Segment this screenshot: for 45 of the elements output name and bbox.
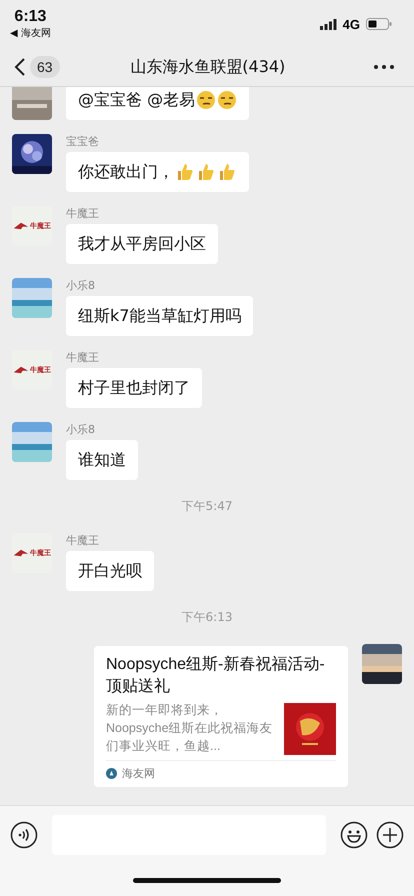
more-icon bbox=[374, 65, 394, 69]
card-source: 海友网 bbox=[122, 766, 155, 781]
message-text: 你还敢出门， bbox=[78, 162, 174, 182]
message-bubble[interactable]: 村子里也封闭了 bbox=[66, 368, 202, 408]
sender-name: 小乐8 bbox=[66, 422, 95, 437]
message-text: 我才从平房回小区 bbox=[78, 234, 206, 254]
chat-title: 山东海水鱼联盟(434) bbox=[129, 56, 286, 78]
sender-name: 牛魔王 bbox=[66, 533, 99, 548]
smirk-emoji-icon bbox=[217, 90, 238, 110]
card-title: Noopsyche纽斯-新春祝福活动-顶贴送礼 bbox=[106, 654, 326, 697]
sender-name: 牛魔王 bbox=[66, 350, 99, 365]
thumbs-up-icon bbox=[196, 162, 216, 182]
message-bubble[interactable]: 你还敢出门， bbox=[66, 152, 249, 192]
signal-icon bbox=[320, 18, 337, 30]
message-bubble[interactable]: 谁知道 bbox=[66, 440, 138, 480]
timestamp: 下午5:47 bbox=[182, 498, 232, 515]
message-bubble[interactable]: 我才从平房回小区 bbox=[66, 224, 218, 264]
thumbs-up-icon bbox=[217, 162, 237, 182]
message-bubble[interactable]: @宝宝爸 @老易 bbox=[66, 87, 250, 120]
thumbs-up-icon bbox=[175, 162, 195, 182]
smirk-emoji-icon bbox=[196, 90, 216, 110]
status-time: 6:13 bbox=[14, 8, 46, 26]
card-description: 新的一年即将到来，Noopsyche纽斯在此祝福海友们事业兴旺，鱼越... bbox=[106, 702, 274, 756]
battery-icon bbox=[366, 18, 392, 30]
message-text: @宝宝爸 @老易 bbox=[78, 90, 196, 110]
sender-name: 宝宝爸 bbox=[66, 134, 99, 149]
plus-icon[interactable] bbox=[376, 821, 404, 849]
message-text: 纽斯k7能当草缸灯用吗 bbox=[78, 306, 242, 326]
message-text: 开白光呗 bbox=[78, 560, 142, 582]
network-label: 4G bbox=[342, 16, 360, 32]
chevron-left-icon bbox=[14, 57, 26, 77]
emoji-icon[interactable] bbox=[340, 821, 368, 849]
unread-count-badge: 63 bbox=[30, 56, 60, 78]
message-text: 村子里也封闭了 bbox=[78, 378, 190, 398]
sender-name: 小乐8 bbox=[66, 278, 95, 293]
timestamp: 下午6:13 bbox=[182, 609, 232, 626]
message-bubble[interactable]: 开白光呗 bbox=[66, 551, 154, 591]
back-to-app-link[interactable]: ◀ 海友网 bbox=[10, 26, 51, 40]
voice-icon[interactable] bbox=[10, 821, 38, 849]
link-card[interactable]: Noopsyche纽斯-新春祝福活动-顶贴送礼 新的一年即将到来，Noopsyche纽斯在此祝福海友们事业兴旺，鱼越... 海友网 bbox=[94, 646, 348, 787]
compass-icon bbox=[106, 768, 117, 779]
back-button[interactable] bbox=[14, 57, 26, 77]
message-text: 谁知道 bbox=[78, 450, 126, 470]
sender-name: 牛魔王 bbox=[66, 206, 99, 221]
message-bubble[interactable]: 纽斯k7能当草缸灯用吗 bbox=[66, 296, 254, 336]
